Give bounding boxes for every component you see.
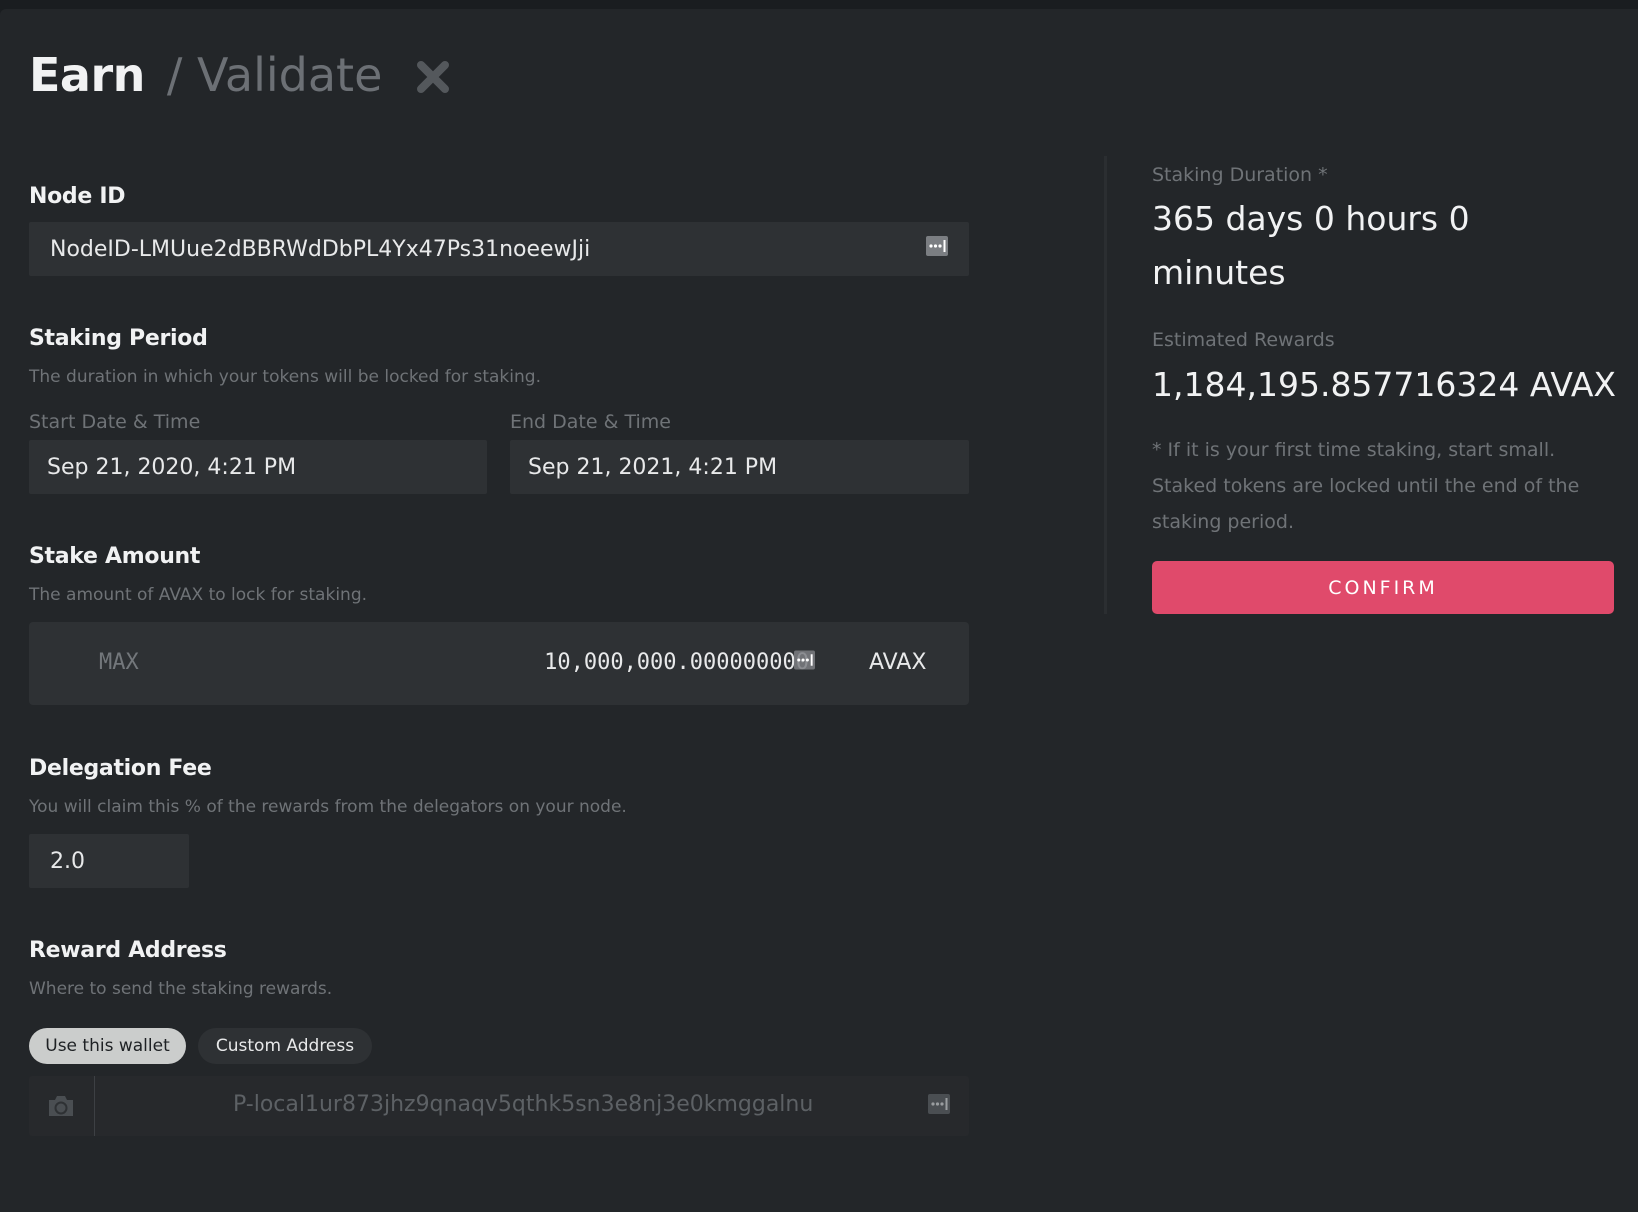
start-date-value: Sep 21, 2020, 4:21 PM bbox=[47, 454, 297, 480]
stake-amount-field: MAX 10,000,000.000000000 AVAX bbox=[29, 622, 969, 705]
end-date-value: Sep 21, 2021, 4:21 PM bbox=[528, 454, 778, 480]
stake-amount-label: Stake Amount bbox=[29, 544, 201, 569]
top-bar bbox=[0, 0, 1638, 9]
estimated-rewards-value: 1,184,195.857716324 AVAX bbox=[1152, 365, 1616, 404]
title-validate: / Validate bbox=[166, 48, 383, 102]
staking-period-description: The duration in which your tokens will b… bbox=[29, 367, 541, 387]
estimated-rewards-label: Estimated Rewards bbox=[1152, 329, 1335, 351]
end-date-input[interactable]: Sep 21, 2021, 4:21 PM bbox=[510, 440, 969, 494]
input-text-icon[interactable] bbox=[926, 236, 948, 256]
max-button[interactable]: MAX bbox=[99, 650, 139, 675]
end-date-label: End Date & Time bbox=[510, 411, 671, 433]
stake-amount-description: The amount of AVAX to lock for staking. bbox=[29, 585, 368, 605]
staking-duration-value: 365 days 0 hours 0 minutes bbox=[1152, 199, 1470, 292]
staking-duration-label: Staking Duration * bbox=[1152, 164, 1328, 186]
node-id-label: Node ID bbox=[29, 184, 126, 209]
node-id-input[interactable]: NodeID-LMUue2dBBRWdDbPL4Yx47Ps31noeewJji bbox=[29, 222, 969, 276]
address-separator bbox=[94, 1076, 95, 1136]
reward-address-description: Where to send the staking rewards. bbox=[29, 979, 333, 999]
reward-address-input[interactable]: P-local1ur873jhz9qnaqv5qthk5sn3e8nj3e0km… bbox=[29, 1076, 969, 1136]
stake-unit: AVAX bbox=[869, 650, 927, 675]
custom-address-button[interactable]: Custom Address bbox=[198, 1028, 372, 1064]
delegation-fee-description: You will claim this % of the rewards fro… bbox=[29, 797, 627, 817]
delegation-fee-value: 2.0 bbox=[50, 848, 85, 874]
reward-address-value: P-local1ur873jhz9qnaqv5qthk5sn3e8nj3e0km… bbox=[233, 1092, 814, 1117]
node-id-value: NodeID-LMUue2dBBRWdDbPL4Yx47Ps31noeewJji bbox=[50, 236, 591, 262]
close-icon bbox=[417, 61, 449, 93]
confirm-button[interactable]: CONFIRM bbox=[1152, 561, 1614, 614]
column-divider bbox=[1104, 156, 1107, 614]
stake-amount-input[interactable]: 10,000,000.000000000 bbox=[544, 650, 809, 675]
start-date-input[interactable]: Sep 21, 2020, 4:21 PM bbox=[29, 440, 487, 494]
staking-period-label: Staking Period bbox=[29, 326, 208, 351]
start-date-label: Start Date & Time bbox=[29, 411, 201, 433]
delegation-fee-input[interactable]: 2.0 bbox=[29, 834, 189, 888]
use-this-wallet-button[interactable]: Use this wallet bbox=[29, 1028, 186, 1064]
reward-address-label: Reward Address bbox=[29, 938, 227, 963]
staking-note: * If it is your first time staking, star… bbox=[1152, 439, 1580, 533]
close-button[interactable] bbox=[413, 57, 453, 97]
page-title: Earn / Validate bbox=[29, 48, 382, 102]
camera-icon[interactable] bbox=[47, 1094, 75, 1118]
title-earn: Earn bbox=[29, 48, 145, 102]
delegation-fee-label: Delegation Fee bbox=[29, 756, 212, 781]
input-text-icon[interactable] bbox=[794, 650, 815, 670]
input-text-icon[interactable] bbox=[928, 1094, 950, 1114]
